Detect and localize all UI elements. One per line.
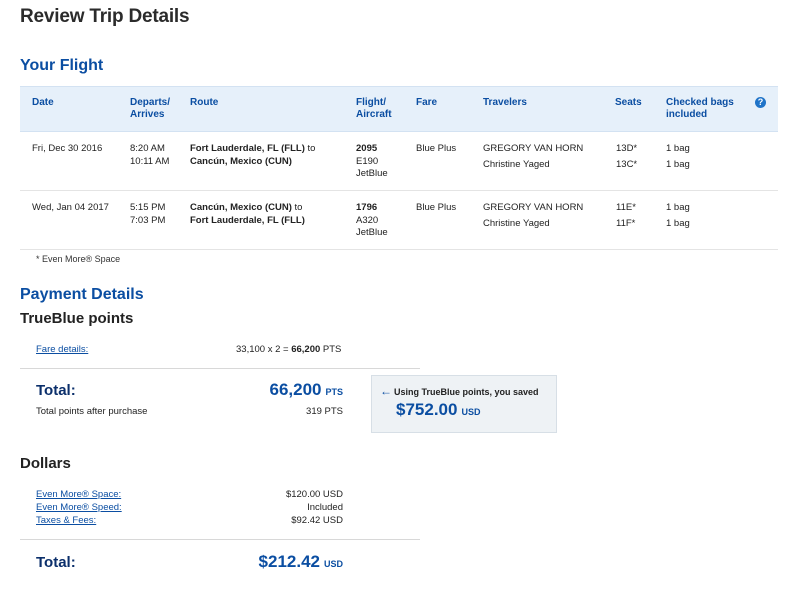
flight-date: Fri, Dec 30 2016 [32,143,103,154]
header-route: Route [190,97,219,108]
flight-route: Cancún, Mexico (CUN) to Fort Lauderdale,… [190,202,305,226]
taxes-fees-link[interactable]: Taxes & Fees: [36,515,96,526]
flight-seats: 11E* 11F* [616,202,636,229]
points-total-unit: PTS [325,387,343,397]
flight-times: 5:15 PM 7:03 PM [130,202,166,226]
divider [20,368,420,369]
page-title: Review Trip Details [20,6,190,27]
savings-amount: $752.00 [396,400,458,419]
points-savings-box: ← Using TrueBlue points, you saved $752.0… [371,375,557,433]
header-travelers: Travelers [483,97,527,108]
taxes-fees-price: $92.42 USD [291,515,343,526]
flight-row: Wed, Jan 04 2017 5:15 PM 7:03 PM Cancún,… [20,191,778,250]
dollars-total: $212.42 USD [200,552,343,572]
points-total: 66,200 PTS [200,380,343,400]
help-icon[interactable]: ? [755,97,766,108]
trueblue-points-heading: TrueBlue points [20,310,134,327]
flight-fare: Blue Plus [416,202,457,213]
even-more-space-footnote: * Even More® Space [36,254,121,264]
flight-route: Fort Lauderdale, FL (FLL) to Cancún, Mex… [190,143,316,167]
header-date: Date [32,97,54,108]
flight-travelers: GREGORY VAN HORN Christine Yaged [483,202,584,229]
fare-details-link[interactable]: Fare details: [36,344,88,355]
points-total-value: 66,200 [269,380,322,399]
flight-bags: 1 bag 1 bag [666,143,690,170]
header-seats: Seats [615,97,642,108]
dollars-total-unit: USD [323,559,343,569]
even-more-speed-link[interactable]: Even More® Speed: [36,502,122,513]
flight-travelers: GREGORY VAN HORN Christine Yaged [483,143,584,170]
points-total-label: Total: [36,382,76,399]
divider [20,539,420,540]
dollars-heading: Dollars [20,455,71,472]
arrow-left-icon: ← [380,384,392,398]
flight-table-header: Date Departs/ Arrives Route Flight/ Airc… [20,86,778,132]
flight-row: Fri, Dec 30 2016 8:20 AM 10:11 AM Fort L… [20,132,778,191]
savings-unit: USD [461,407,481,417]
even-more-space-price: $120.00 USD [285,489,343,500]
fare-calculation: 33,100 x 2 = 66,200 PTS [236,344,342,355]
header-checked-bags: Checked bags included [666,97,734,120]
even-more-speed-price: Included [307,502,343,513]
your-flight-heading: Your Flight [20,57,104,74]
points-after-purchase-value: 319 PTS [306,406,343,417]
flight-fare: Blue Plus [416,143,457,154]
header-fare: Fare [416,97,438,108]
flight-table: Date Departs/ Arrives Route Flight/ Airc… [20,86,778,250]
header-flight-aircraft: Flight/ Aircraft [356,97,392,120]
flight-date: Wed, Jan 04 2017 [32,202,109,213]
flight-times: 8:20 AM 10:11 AM [130,143,170,167]
points-after-purchase-label: Total points after purchase [36,406,148,417]
flight-bags: 1 bag 1 bag [666,202,690,229]
even-more-space-link[interactable]: Even More® Space: [36,489,121,500]
dollars-total-label: Total: [36,554,76,571]
savings-text: Using TrueBlue points, you saved [394,387,539,397]
flight-number-aircraft: 2095 E190 JetBlue [356,143,388,179]
header-departs-arrives: Departs/ Arrives [130,97,171,120]
payment-details-heading: Payment Details [20,286,144,303]
flight-seats: 13D* 13C* [616,143,638,170]
dollars-total-value: $212.42 [258,552,320,571]
flight-number-aircraft: 1796 A320 JetBlue [356,202,388,238]
